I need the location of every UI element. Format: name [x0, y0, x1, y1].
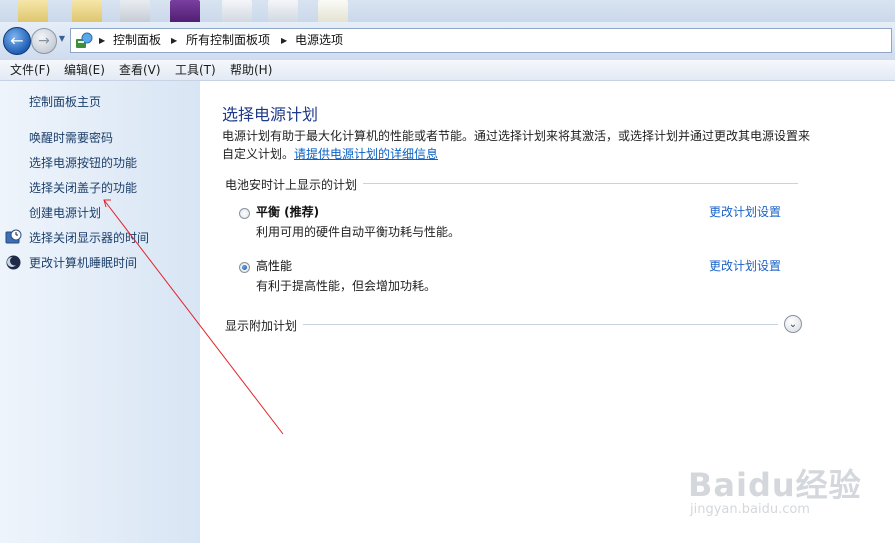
plan-high-performance-radio[interactable]	[239, 262, 250, 273]
control-panel-home-link[interactable]: 控制面板主页	[29, 94, 101, 110]
chevron-right-icon: ▶	[99, 36, 106, 45]
watermark-url: jingyan.baidu.com	[690, 502, 810, 517]
section-divider	[350, 183, 798, 184]
watermark: Baidu经验 jingyan.baidu.com	[688, 446, 888, 526]
show-additional-plans-label[interactable]: 显示附加计划	[225, 317, 304, 334]
clock-icon	[5, 229, 22, 244]
task-lid-close[interactable]: 选择关闭盖子的功能	[29, 180, 137, 196]
moon-icon	[6, 255, 21, 270]
section-divider	[300, 324, 778, 325]
recent-pages-button[interactable]: ▼	[57, 33, 67, 45]
task-require-password[interactable]: 唤醒时需要密码	[29, 130, 113, 146]
section-heading-plans: 电池安时计上显示的计划	[225, 176, 364, 193]
plan-balanced-description: 利用可用的硬件自动平衡功耗与性能。	[256, 225, 461, 239]
page-description: 电源计划有助于最大化计算机的性能或者节能。通过选择计划来将其激活，或选择计划并通…	[222, 127, 812, 163]
folder-icon	[18, 0, 48, 24]
task-power-buttons[interactable]: 选择电源按钮的功能	[29, 155, 137, 171]
breadcrumb-all-items[interactable]: 所有控制面板项	[186, 29, 270, 52]
plan-details-link[interactable]: 请提供电源计划的详细信息	[294, 147, 438, 161]
task-display-off[interactable]: 选择关闭显示器的时间	[29, 230, 149, 246]
breadcrumb-control-panel[interactable]: 控制面板	[113, 29, 161, 52]
watermark-text: Baidu经验	[688, 466, 862, 504]
breadcrumb-power-options[interactable]: 电源选项	[295, 29, 343, 52]
app-icon	[120, 0, 150, 24]
app-icon	[268, 0, 298, 24]
plan-balanced-change-settings-link[interactable]: 更改计划设置	[709, 203, 781, 220]
page-title: 选择电源计划	[222, 105, 319, 124]
app-icon	[222, 0, 252, 24]
expand-additional-plans-button[interactable]: ⌄	[784, 315, 802, 333]
menu-bar: 文件(F) 编辑(E) 查看(V) 工具(T) 帮助(H)	[0, 60, 895, 81]
plan-balanced-name[interactable]: 平衡 (推荐)	[256, 203, 319, 220]
control-panel-icon	[76, 32, 93, 48]
arrow-left-icon: ←	[10, 31, 24, 50]
chevron-right-icon[interactable]: ▶	[171, 29, 177, 52]
navigation-bar: ← → ▼ ▶ 控制面板 ▶ 所有控制面板项 ▶ 电源选项	[0, 22, 895, 61]
plan-high-performance-name[interactable]: 高性能	[256, 257, 292, 274]
document-icon	[318, 0, 348, 24]
forward-button[interactable]: →	[31, 28, 57, 54]
menu-help[interactable]: 帮助(H)	[230, 60, 272, 80]
back-button[interactable]: ←	[3, 27, 31, 55]
chevron-right-icon[interactable]: ▶	[281, 29, 287, 52]
chevron-down-icon: ⌄	[788, 319, 798, 330]
menu-tools[interactable]: 工具(T)	[175, 60, 216, 80]
task-pane: 控制面板主页 唤醒时需要密码 选择电源按钮的功能 选择关闭盖子的功能 创建电源计…	[0, 81, 200, 543]
plan-balanced-radio[interactable]	[239, 208, 250, 219]
address-bar[interactable]: ▶ 控制面板 ▶ 所有控制面板项 ▶ 电源选项	[70, 28, 892, 53]
plan-high-performance-description: 有利于提高性能，但会增加功耗。	[256, 279, 437, 293]
menu-file[interactable]: 文件(F)	[10, 60, 50, 80]
arrow-right-icon: →	[38, 33, 50, 49]
folder-icon	[72, 0, 102, 24]
plan-high-performance-change-settings-link[interactable]: 更改计划设置	[709, 257, 781, 274]
radio-selected-dot	[242, 265, 247, 270]
menu-view[interactable]: 查看(V)	[119, 60, 161, 80]
task-sleep-time[interactable]: 更改计算机睡眠时间	[29, 255, 137, 271]
app-icon	[170, 0, 200, 24]
task-create-plan[interactable]: 创建电源计划	[29, 205, 101, 221]
chevron-down-icon: ▼	[58, 34, 66, 43]
desktop-strip	[0, 0, 895, 24]
menu-edit[interactable]: 编辑(E)	[64, 60, 105, 80]
